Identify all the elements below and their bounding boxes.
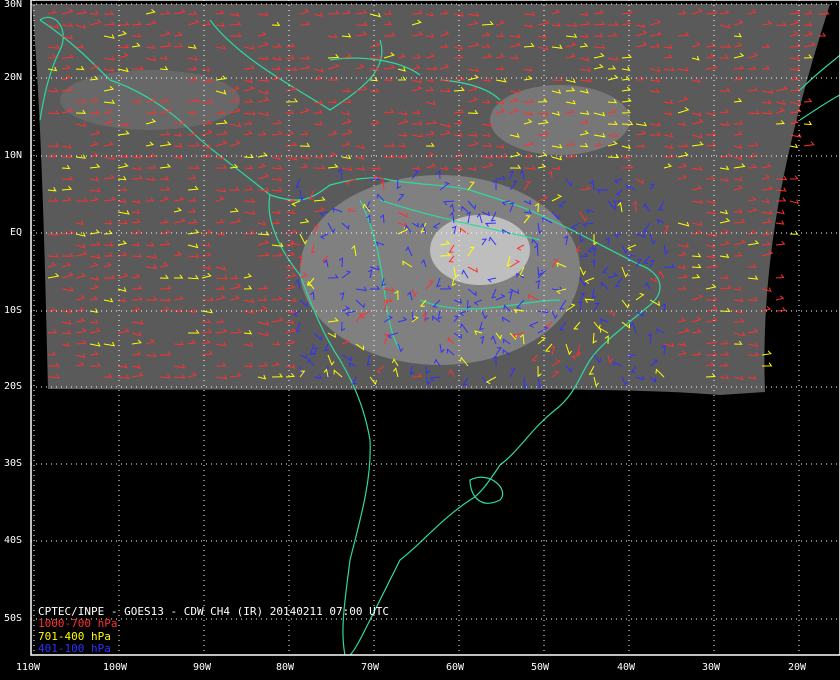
lat-label: 10N <box>4 150 23 161</box>
lon-label: 100W <box>103 662 128 673</box>
lon-label: 20W <box>788 662 807 673</box>
lon-label: 30W <box>702 662 721 673</box>
lon-label: 60W <box>446 662 465 673</box>
lat-label: 30S <box>4 458 23 469</box>
lon-label: 80W <box>276 662 295 673</box>
convective-cloud-core <box>430 215 530 285</box>
lat-label: 40S <box>4 535 23 546</box>
lat-label: 20N <box>4 72 23 83</box>
lon-label: 110W <box>16 662 41 673</box>
lon-label: 40W <box>617 662 636 673</box>
satellite-wind-map <box>0 0 840 680</box>
lat-label: 20S <box>4 381 23 392</box>
lon-label: 50W <box>531 662 550 673</box>
lon-label: 90W <box>193 662 212 673</box>
lat-label: 10S <box>4 305 23 316</box>
legend-high-level: 401-100 hPa <box>38 642 111 655</box>
cloud-mass-northwest <box>60 70 240 130</box>
legend-low-level: 1000-700 hPa <box>38 617 118 630</box>
lat-label: 50S <box>4 613 23 624</box>
lat-label: 30N <box>4 0 23 10</box>
lat-label: EQ <box>10 227 23 238</box>
lon-label: 70W <box>361 662 380 673</box>
